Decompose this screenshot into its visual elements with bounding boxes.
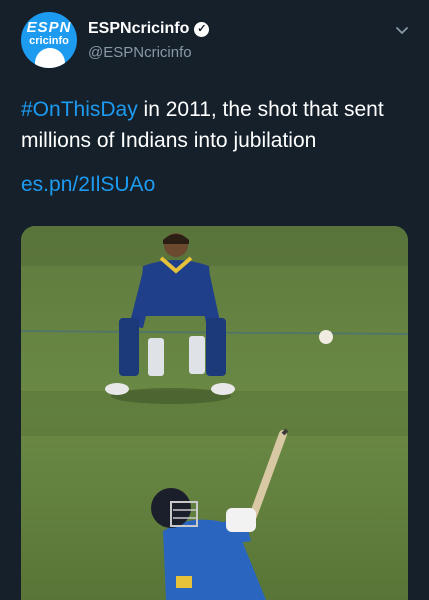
avatar[interactable]: ESPN cricinfo (21, 12, 77, 68)
verified-badge-icon: ✓ (194, 22, 210, 37)
author-name[interactable]: ESPNcricinfo (88, 20, 189, 37)
hashtag-link[interactable]: #OnThisDay (21, 98, 138, 121)
author-handle[interactable]: @ESPNcricinfo (88, 44, 192, 61)
chevron-down-icon[interactable] (392, 20, 412, 40)
avatar-logo-text: ESPN (26, 19, 72, 36)
cricket-photo-illustration (21, 226, 408, 600)
author-name-row[interactable]: ESPNcricinfo ✓ (88, 20, 210, 38)
tweet-link[interactable]: es.pn/2IlSUAo (21, 173, 155, 197)
cricket-ball-logo-icon (35, 48, 65, 68)
tweet-text: #OnThisDay in 2011, the shot that sent m… (21, 94, 421, 156)
avatar-logo-subtext: cricinfo (29, 35, 69, 47)
tweet-photo[interactable] (21, 226, 408, 600)
